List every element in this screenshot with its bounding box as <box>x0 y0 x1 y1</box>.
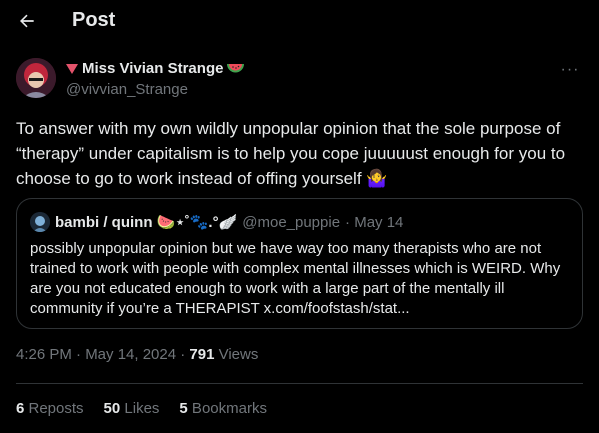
quoted-post-header: bambi / quinn 🍉⋆˚🐾.°🪽 @moe_puppie · May … <box>30 212 403 232</box>
bookmarks-count: 5 <box>179 400 188 417</box>
quoted-post[interactable]: bambi / quinn 🍉⋆˚🐾.°🪽 @moe_puppie · May … <box>16 198 583 329</box>
likes-count: 50 <box>103 400 121 417</box>
author-handle[interactable]: @vivvian_Strange <box>66 81 188 98</box>
quoted-author-avatar <box>30 212 50 232</box>
more-options-button[interactable]: ··· <box>557 60 583 80</box>
post-timestamp[interactable]: 4:26 PM · May 14, 2024 · <box>16 346 189 363</box>
post-header: Miss Vivian Strange @vivvian_Strange ··· <box>16 56 583 104</box>
top-bar: Post <box>0 0 599 42</box>
engagement-stats: 6 Reposts 50 Likes 5 Bookmarks <box>16 400 267 417</box>
red-triangle-icon <box>66 63 78 74</box>
bookmarks-label: Bookmarks <box>187 400 267 417</box>
back-button[interactable] <box>12 6 42 36</box>
quoted-post-text: possibly unpopular opinion but we have w… <box>30 240 561 317</box>
author-name[interactable]: Miss Vivian Strange <box>82 60 223 77</box>
views-count: 791 <box>189 346 215 363</box>
views-label: Views <box>214 346 259 363</box>
bookmarks-stat[interactable]: 5 Bookmarks <box>179 400 267 417</box>
quoted-author-handle: @moe_puppie <box>242 213 341 231</box>
avatar-image <box>16 58 56 98</box>
likes-label: Likes <box>120 400 160 417</box>
quoted-author-name: bambi / quinn 🍉⋆˚🐾.°🪽 <box>55 214 238 231</box>
watermelon-icon <box>227 63 245 72</box>
divider <box>16 383 583 384</box>
author-avatar[interactable] <box>16 58 56 98</box>
likes-stat[interactable]: 50 Likes <box>104 400 160 417</box>
quoted-post-date: · May 14 <box>345 213 404 231</box>
author-name-row[interactable]: Miss Vivian Strange <box>66 60 245 77</box>
post-timestamp-line: 4:26 PM · May 14, 2024 · 791 Views <box>16 346 258 363</box>
post-body: To answer with my own wildly unpopular o… <box>16 119 566 188</box>
page-title: Post <box>72 9 116 31</box>
reposts-label: Reposts <box>24 400 84 417</box>
arrow-left-icon <box>20 14 34 28</box>
reposts-stat[interactable]: 6 Reposts <box>16 400 84 417</box>
